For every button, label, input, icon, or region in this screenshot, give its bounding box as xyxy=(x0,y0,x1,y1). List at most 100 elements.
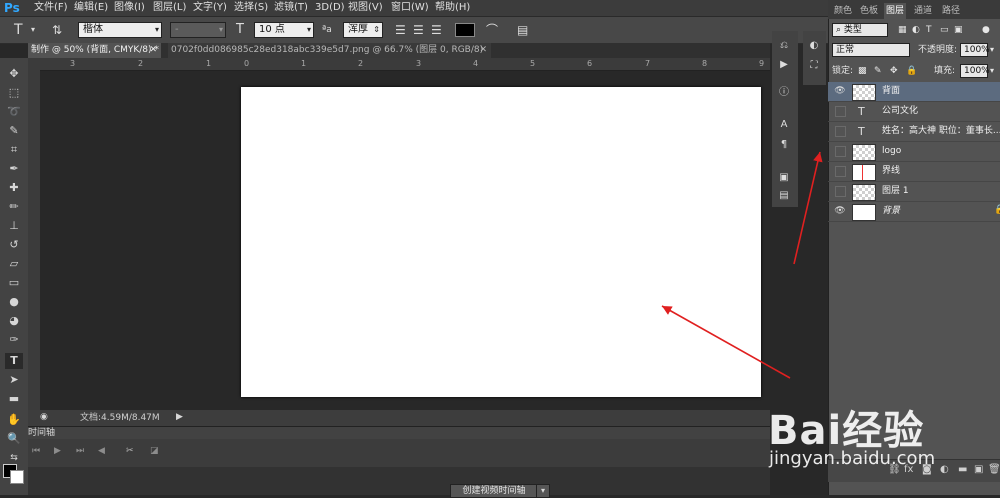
play-icon[interactable]: ▶ xyxy=(54,446,61,456)
dodge-tool-icon[interactable]: ◕ xyxy=(5,313,23,329)
close-icon[interactable]: ✕ xyxy=(479,43,487,58)
menu-layer[interactable]: 图层(L) xyxy=(153,0,186,16)
shape-tool-icon[interactable]: ▬ xyxy=(5,391,23,407)
blend-mode-select[interactable]: 正常 xyxy=(832,43,910,57)
text-color-swatch[interactable] xyxy=(455,23,475,37)
menu-help[interactable]: 帮助(H) xyxy=(435,0,470,16)
eye-icon[interactable]: 👁 xyxy=(834,205,846,217)
notes-panel-icon[interactable]: ▤ xyxy=(776,189,792,203)
folder-icon[interactable]: ▬ xyxy=(958,464,967,475)
scissors-icon[interactable]: ✂ xyxy=(126,446,134,456)
layer-row[interactable]: 👁 背面 xyxy=(828,82,1000,102)
menu-view[interactable]: 视图(V) xyxy=(348,0,383,16)
layer-filter-select[interactable]: ⌕ 类型 xyxy=(832,23,888,37)
lock-transparency-icon[interactable]: ▩ xyxy=(858,63,867,79)
layer-row[interactable]: 界线 xyxy=(828,162,1000,182)
menu-window[interactable]: 窗口(W) xyxy=(391,0,429,16)
status-menu-icon[interactable]: ◉ xyxy=(40,412,48,422)
adjustments-panel-icon[interactable]: ◐ xyxy=(806,39,822,53)
filter-type-icon[interactable]: T xyxy=(926,22,932,38)
visibility-off-box[interactable] xyxy=(835,146,846,157)
toggle-orientation-icon[interactable]: ⇅ xyxy=(52,22,62,38)
document-tab[interactable]: 0702f0dd086985c28ed318abc339e5d7.png @ 6… xyxy=(168,43,491,58)
path-select-tool-icon[interactable]: ➤ xyxy=(5,372,23,388)
lock-pixels-icon[interactable]: ✎ xyxy=(874,63,882,79)
stamp-tool-icon[interactable]: ⊥ xyxy=(5,218,23,234)
quick-select-tool-icon[interactable]: ✎ xyxy=(5,123,23,139)
type-tool-icon[interactable]: T xyxy=(14,22,23,38)
type-tool-icon[interactable]: T xyxy=(5,353,23,369)
gradient-tool-icon[interactable]: ▭ xyxy=(5,275,23,291)
crop-tool-icon[interactable]: ⌗ xyxy=(5,142,23,158)
eyedropper-tool-icon[interactable]: ✒ xyxy=(5,161,23,177)
tool-preset-caret-icon[interactable]: ▾ xyxy=(31,22,35,38)
menu-image[interactable]: 图像(I) xyxy=(114,0,145,16)
marquee-tool-icon[interactable]: ⬚ xyxy=(5,85,23,101)
tab-color[interactable]: 颜色 xyxy=(832,3,854,19)
audio-icon[interactable]: ◀ xyxy=(98,446,105,456)
document-canvas[interactable] xyxy=(241,87,761,397)
align-left-icon[interactable]: ☰ xyxy=(395,22,406,38)
healing-brush-tool-icon[interactable]: ✚ xyxy=(5,180,23,196)
create-video-timeline-button[interactable]: 创建视频时间轴 xyxy=(450,484,538,498)
close-icon[interactable]: ✕ xyxy=(149,43,157,58)
visibility-off-box[interactable] xyxy=(835,106,846,117)
transition-icon[interactable]: ◪ xyxy=(150,446,159,456)
visibility-off-box[interactable] xyxy=(835,166,846,177)
chevron-down-icon[interactable]: ▾ xyxy=(990,63,994,79)
filter-adjustment-icon[interactable]: ◐ xyxy=(912,22,920,38)
font-family-select[interactable]: 楷体 ▾ xyxy=(78,22,162,38)
new-layer-icon[interactable]: ▣ xyxy=(974,464,983,475)
move-tool-icon[interactable]: ✥ xyxy=(5,66,23,82)
adjustment-layer-icon[interactable]: ◐ xyxy=(940,464,949,475)
layer-row[interactable]: T 公司文化 xyxy=(828,102,1000,122)
font-style-select[interactable]: - ▾ xyxy=(170,22,226,38)
fill-field[interactable]: 100% xyxy=(960,64,990,78)
info-panel-icon[interactable]: ⓘ xyxy=(776,86,792,100)
zoom-tool-icon[interactable]: 🔍 xyxy=(5,431,23,447)
filter-smart-object-icon[interactable]: ▣ xyxy=(954,22,963,38)
background-color-swatch[interactable] xyxy=(10,470,24,484)
menu-type[interactable]: 文字(Y) xyxy=(193,0,227,16)
character-panel-icon[interactable]: A xyxy=(776,118,792,132)
pen-tool-icon[interactable]: ✑ xyxy=(5,332,23,348)
filter-pixel-icon[interactable]: ▦ xyxy=(898,22,907,38)
brush-tool-icon[interactable]: ✏ xyxy=(5,199,23,215)
font-size-select[interactable]: 10 点 ▾ xyxy=(254,22,314,38)
menu-3d[interactable]: 3D(D) xyxy=(315,0,345,16)
align-right-icon[interactable]: ☰ xyxy=(431,22,442,38)
character-panel-icon[interactable]: ▤ xyxy=(517,22,528,38)
eraser-tool-icon[interactable]: ▱ xyxy=(5,256,23,272)
menu-select[interactable]: 选择(S) xyxy=(234,0,268,16)
menu-file[interactable]: 文件(F) xyxy=(34,0,68,16)
layer-row[interactable]: logo xyxy=(828,142,1000,162)
menu-filter[interactable]: 滤镜(T) xyxy=(274,0,308,16)
chevron-down-icon[interactable]: ▾ xyxy=(536,484,550,498)
layer-row[interactable]: 图层 1 xyxy=(828,182,1000,202)
actions-panel-icon[interactable]: ▶ xyxy=(776,58,792,72)
styles-panel-icon[interactable]: ⛶ xyxy=(806,59,822,73)
opacity-field[interactable]: 100% xyxy=(960,43,990,57)
align-center-icon[interactable]: ☰ xyxy=(413,22,424,38)
paragraph-panel-icon[interactable]: ¶ xyxy=(776,138,792,152)
filter-toggle-icon[interactable]: ● xyxy=(982,22,990,38)
chevron-down-icon[interactable]: ▾ xyxy=(990,42,994,58)
history-panel-icon[interactable]: ⎌ xyxy=(776,39,792,53)
status-arrow-icon[interactable]: ▶ xyxy=(176,412,183,422)
layer-row[interactable]: T 姓名：高大神 职位：董事长... xyxy=(828,122,1000,142)
layer-row[interactable]: 👁 背景 🔒 xyxy=(828,202,1000,222)
layer-comps-icon[interactable]: ▣ xyxy=(776,171,792,185)
first-frame-icon[interactable]: ⏮ xyxy=(32,446,40,456)
tab-layers[interactable]: 图层 xyxy=(884,3,907,19)
warp-text-icon[interactable]: ⌒ xyxy=(486,22,498,38)
trash-icon[interactable]: 🗑 xyxy=(988,464,1000,475)
tab-paths[interactable]: 路径 xyxy=(940,3,962,19)
tab-swatches[interactable]: 色板 xyxy=(858,3,880,19)
visibility-off-box[interactable] xyxy=(835,126,846,137)
visibility-off-box[interactable] xyxy=(835,186,846,197)
lasso-tool-icon[interactable]: ➰ xyxy=(5,104,23,120)
document-tab-active[interactable]: 制作 @ 50% (背面, CMYK/8) * ✕ xyxy=(28,43,161,58)
lock-position-icon[interactable]: ✥ xyxy=(890,63,898,79)
lock-all-icon[interactable]: 🔒 xyxy=(906,63,917,79)
eye-icon[interactable]: 👁 xyxy=(834,85,846,97)
